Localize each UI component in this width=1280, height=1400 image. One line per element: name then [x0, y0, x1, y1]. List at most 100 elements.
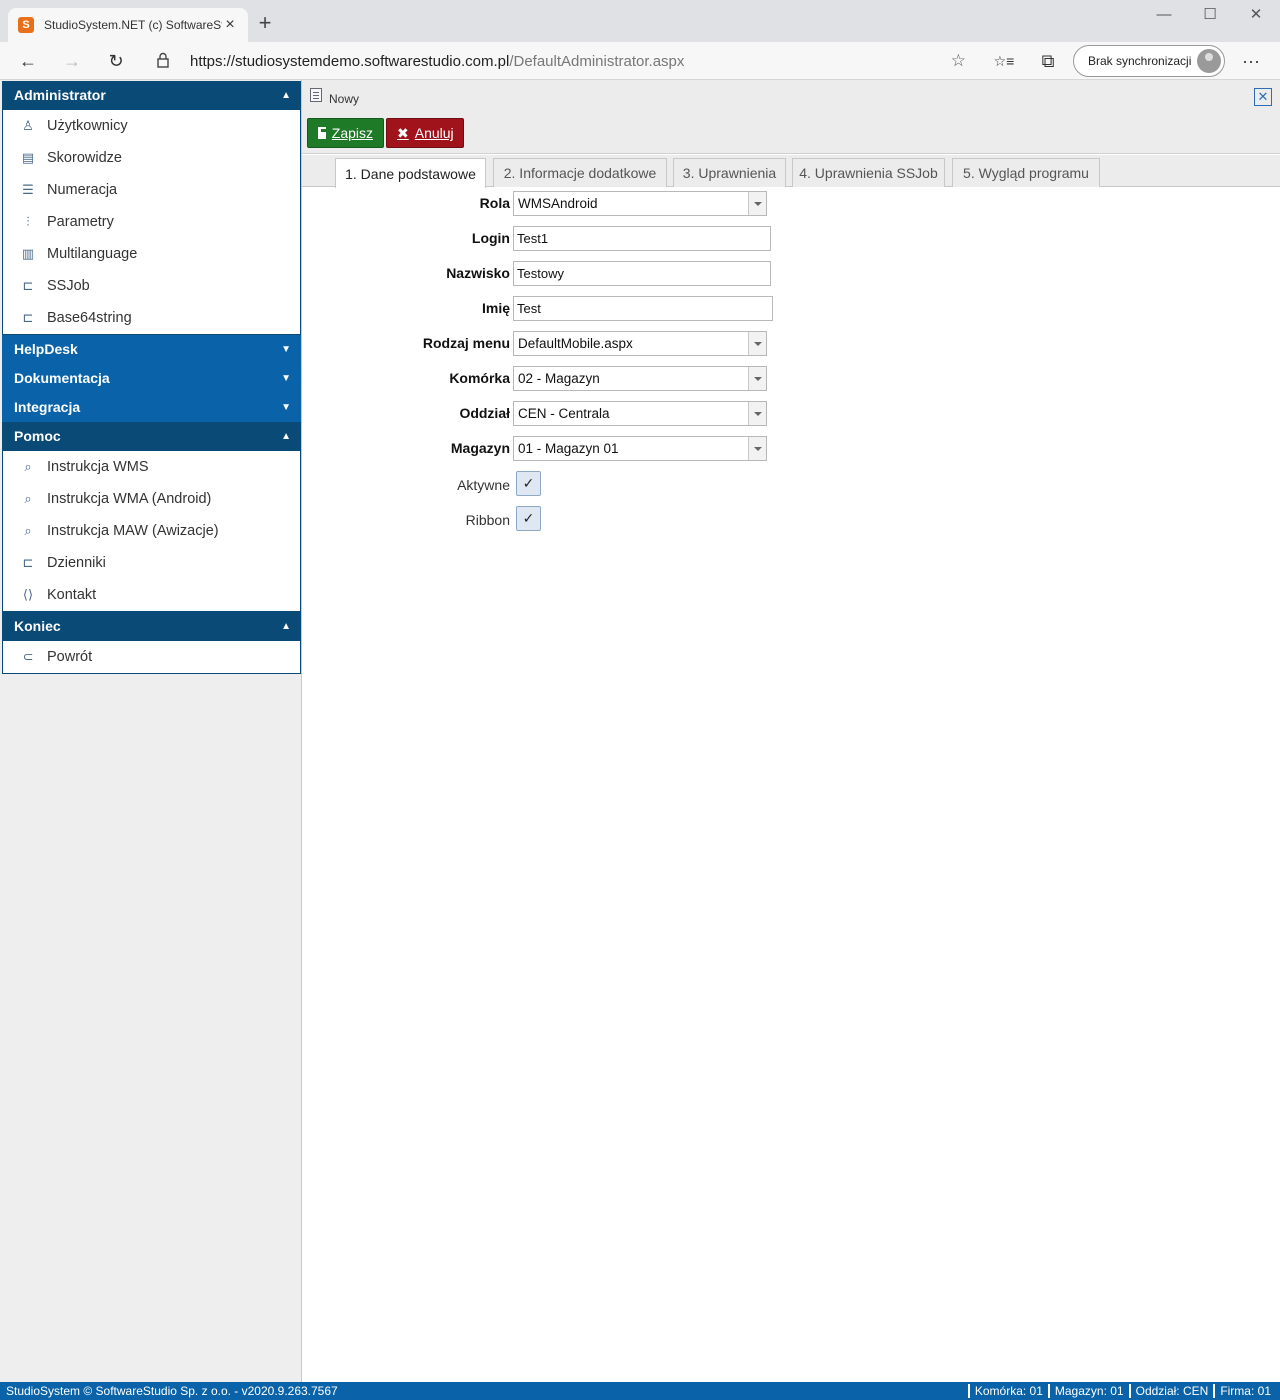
aktywne-label: Aktywne: [457, 477, 510, 493]
save-button[interactable]: Zapisz: [307, 118, 384, 148]
dropdown-arrow-icon[interactable]: [748, 192, 766, 215]
sidebar-item-instrukcja-wms[interactable]: ⌕ Instrukcja WMS: [3, 451, 300, 483]
section-koniec-items: ⊂ Powrót: [2, 641, 301, 674]
sidebar-item-label: Numeracja: [47, 182, 118, 198]
expand-arrow-icon[interactable]: ▼: [281, 393, 291, 422]
sidebar-item-base64string[interactable]: ⊏ Base64string: [3, 302, 300, 334]
tree-icon: ⊏: [22, 555, 34, 570]
sidebar-item-instrukcja-maw[interactable]: ⌕ Instrukcja MAW (Awizacje): [3, 515, 300, 547]
sidebar-item-label: Parametry: [47, 214, 114, 230]
status-komorka: Komórka: 01: [967, 1384, 1048, 1398]
forward-icon[interactable]: →: [58, 48, 86, 74]
minimize-icon[interactable]: —: [1144, 4, 1184, 26]
sidebar-item-kontakt[interactable]: ⟨⟩ Kontakt: [3, 579, 300, 611]
section-koniec[interactable]: Koniec ▲: [2, 612, 301, 641]
section-title: Integracja: [14, 399, 81, 415]
search-icon: ⌕: [24, 523, 32, 538]
ribbon-label: Ribbon: [465, 512, 510, 528]
list-icon: ☰: [22, 182, 34, 197]
tab-title: StudioSystem.NET (c) SoftwareSt: [44, 18, 222, 32]
status-bar: StudioSystem © SoftwareStudio Sp. z o.o.…: [0, 1382, 1280, 1400]
favorite-star-icon[interactable]: ☆: [951, 51, 966, 71]
maximize-icon[interactable]: ☐: [1190, 4, 1230, 26]
collections-icon[interactable]: ⧉: [1034, 48, 1062, 74]
aktywne-checkbox[interactable]: ✓: [516, 471, 541, 496]
sidebar-item-label: Dzienniki: [47, 555, 106, 571]
rola-select[interactable]: WMSAndroid: [513, 191, 767, 216]
section-title: Administrator: [14, 87, 106, 103]
section-title: Koniec: [14, 618, 61, 634]
sidebar-item-label: Multilanguage: [47, 246, 138, 262]
new-tab-icon[interactable]: +: [254, 11, 276, 35]
cancel-button[interactable]: ✖ Anuluj: [386, 118, 464, 148]
section-helpdesk[interactable]: HelpDesk ▼: [2, 335, 301, 364]
toolbar: Zapisz ✖ Anuluj: [302, 114, 1280, 154]
back-icon[interactable]: ←: [14, 48, 42, 74]
window-close-icon[interactable]: ✕: [1236, 4, 1276, 26]
status-magazyn: Magazyn: 01: [1047, 1384, 1129, 1398]
tree-icon: ⊏: [22, 278, 34, 293]
section-administrator[interactable]: Administrator ▲: [2, 81, 301, 110]
tab-uprawnienia[interactable]: 3. Uprawnienia: [673, 158, 786, 187]
section-title: Dokumentacja: [14, 370, 110, 386]
komorka-value: 02 - Magazyn: [518, 371, 600, 386]
favorites-icon[interactable]: ☆≡: [990, 48, 1018, 74]
imie-field[interactable]: Test: [513, 296, 773, 321]
rodzaj-menu-select[interactable]: DefaultMobile.aspx: [513, 331, 767, 356]
more-menu-icon[interactable]: ···: [1237, 48, 1265, 74]
tab-informacje-dodatkowe[interactable]: 2. Informacje dodatkowe: [493, 158, 667, 187]
status-firma: Firma: 01: [1213, 1384, 1276, 1398]
cancel-x-icon: ✖: [397, 124, 409, 141]
sidebar-item-label: Kontakt: [47, 587, 97, 603]
row-komorka: Komórka 02 - Magazyn: [302, 366, 1280, 392]
login-field[interactable]: Test1: [513, 226, 771, 251]
back-circle-icon: ⊂: [22, 649, 34, 664]
sidebar-item-powrot[interactable]: ⊂ Powrót: [3, 641, 300, 673]
tab-uprawnienia-ssjob[interactable]: 4. Uprawnienia SSJob: [792, 158, 945, 187]
collapse-arrow-icon[interactable]: ▲: [281, 422, 291, 451]
section-title: Pomoc: [14, 428, 61, 444]
dropdown-arrow-icon[interactable]: [748, 437, 766, 460]
login-label: Login: [471, 230, 510, 246]
address-bar[interactable]: https://studiosystemdemo.softwarestudio.…: [146, 46, 976, 76]
tab-close-icon[interactable]: ×: [222, 16, 238, 34]
reload-icon[interactable]: ↻: [102, 48, 130, 74]
sidebar-item-parametry[interactable]: ⫶ Parametry: [3, 206, 300, 238]
expand-arrow-icon[interactable]: ▼: [281, 364, 291, 393]
sidebar-item-ssjob[interactable]: ⊏ SSJob: [3, 270, 300, 302]
collapse-arrow-icon[interactable]: ▲: [281, 612, 291, 641]
tab-dane-podstawowe[interactable]: 1. Dane podstawowe: [335, 158, 486, 188]
browser-tab[interactable]: S StudioSystem.NET (c) SoftwareSt ×: [8, 8, 248, 42]
cancel-label: Anuluj: [414, 125, 454, 141]
dropdown-arrow-icon[interactable]: [748, 402, 766, 425]
breadcrumb: Nowy ✕: [302, 80, 1280, 114]
sync-button[interactable]: Brak synchronizacji: [1073, 45, 1225, 77]
oddzial-select[interactable]: CEN - Centrala: [513, 401, 767, 426]
sidebar-item-skorowidze[interactable]: ▤ Skorowidze: [3, 142, 300, 174]
sidebar-item-multilanguage[interactable]: ▥ Multilanguage: [3, 238, 300, 270]
close-panel-icon[interactable]: ✕: [1254, 88, 1272, 106]
expand-arrow-icon[interactable]: ▼: [281, 335, 291, 364]
section-pomoc[interactable]: Pomoc ▲: [2, 422, 301, 451]
lock-icon: [156, 52, 178, 71]
row-oddzial: Oddział CEN - Centrala: [302, 401, 1280, 427]
tab-wyglad-programu[interactable]: 5. Wygląd programu: [952, 158, 1100, 187]
sidebar-item-instrukcja-wma[interactable]: ⌕ Instrukcja WMA (Android): [3, 483, 300, 515]
nazwisko-field[interactable]: Testowy: [513, 261, 771, 286]
section-dokumentacja[interactable]: Dokumentacja ▼: [2, 364, 301, 393]
sidebar-item-uzytkownicy[interactable]: ♙ Użytkownicy: [3, 110, 300, 142]
magazyn-select[interactable]: 01 - Magazyn 01: [513, 436, 767, 461]
section-integracja[interactable]: Integracja ▼: [2, 393, 301, 422]
sidebar-item-numeracja[interactable]: ☰ Numeracja: [3, 174, 300, 206]
sidebar-item-dzienniki[interactable]: ⊏ Dzienniki: [3, 547, 300, 579]
row-rodzaj-menu: Rodzaj menu DefaultMobile.aspx: [302, 331, 1280, 357]
ribbon-checkbox[interactable]: ✓: [516, 506, 541, 531]
dropdown-arrow-icon[interactable]: [748, 332, 766, 355]
dropdown-arrow-icon[interactable]: [748, 367, 766, 390]
magazyn-value: 01 - Magazyn 01: [518, 441, 619, 456]
search-icon: ⌕: [24, 491, 32, 506]
komorka-select[interactable]: 02 - Magazyn: [513, 366, 767, 391]
row-aktywne: Aktywne ✓: [302, 471, 1280, 499]
sidebar-item-label: SSJob: [47, 278, 90, 294]
collapse-arrow-icon[interactable]: ▲: [281, 81, 291, 110]
